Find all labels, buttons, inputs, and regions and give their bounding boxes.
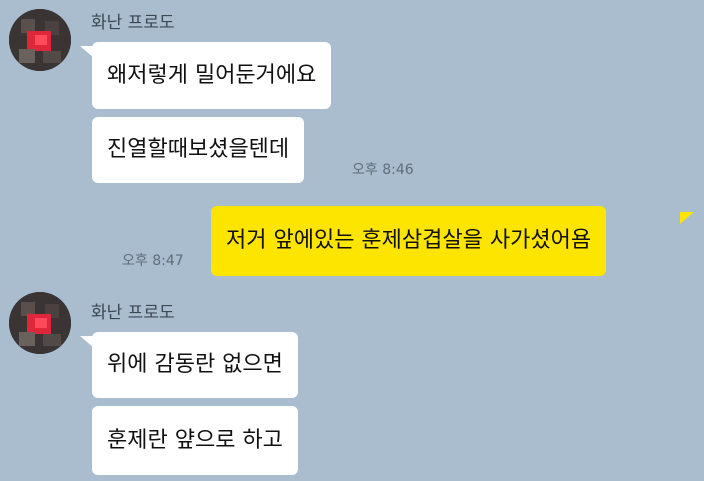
- sender-avatar[interactable]: [9, 292, 71, 354]
- message-time: 오후 8:46: [352, 162, 414, 178]
- my-message-bubble[interactable]: 저거 앞에있는 훈제삼겹살을 사가셨어욤: [211, 206, 607, 276]
- sender-name: 화난 프로도: [91, 13, 175, 33]
- sender-avatar[interactable]: [9, 9, 71, 71]
- message-time: 오후 8:47: [122, 253, 184, 269]
- sender-name: 화난 프로도: [91, 303, 175, 323]
- message-text: 훈제란 얖으로 하고: [107, 427, 283, 453]
- bubble-tail: [680, 212, 694, 224]
- chat-room: 화난 프로도 왜저렇게 밀어둔거에요 진열할때보셨을텐데 오후 8:46 저거 …: [0, 0, 704, 481]
- message-text: 위에 감동란 없으면: [107, 352, 283, 377]
- message-text: 진열할때보셨을텐데: [107, 137, 290, 162]
- message-text: 저거 앞에있는 훈제삼겹살을 사가셨어욤: [226, 228, 592, 253]
- message-text: 왜저렇게 밀어둔거에요: [107, 62, 317, 88]
- message-bubble[interactable]: 왜저렇게 밀어둔거에요: [92, 42, 332, 109]
- message-bubble[interactable]: 위에 감동란 없으면: [92, 332, 298, 398]
- message-bubble[interactable]: 진열할때보셨을텐데: [92, 117, 305, 183]
- message-bubble[interactable]: 훈제란 얖으로 하고: [92, 406, 298, 475]
